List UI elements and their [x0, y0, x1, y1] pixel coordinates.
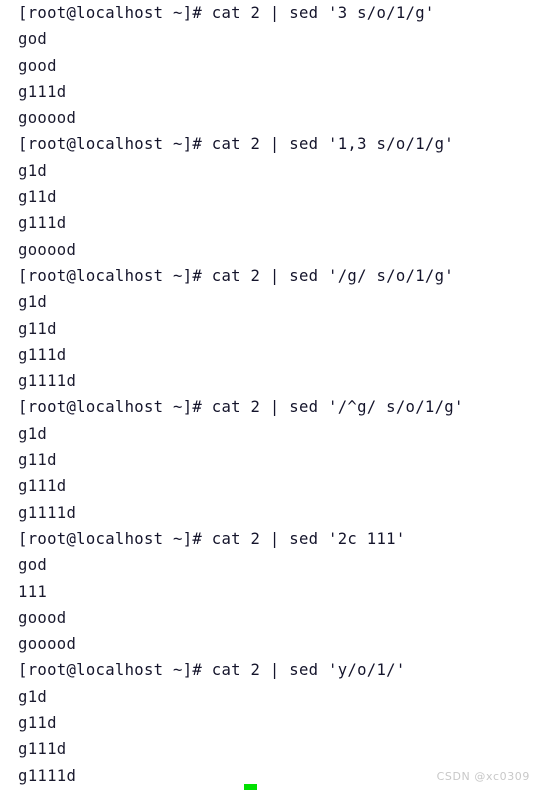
- terminal-window[interactable]: [root@localhost ~]# cat 2 | sed '3 s/o/1…: [0, 0, 538, 792]
- terminal-output-line: good: [18, 56, 57, 75]
- terminal-output-line: g1111d: [18, 372, 77, 391]
- terminal-output-line: g111d: [18, 345, 67, 364]
- terminal-output-line: g11d: [18, 319, 57, 338]
- terminal-output-line: god: [18, 30, 48, 49]
- terminal-prompt-line: [root@localhost ~]# cat 2 | sed '2c 111': [18, 529, 406, 548]
- terminal-output-line: g1111d: [18, 503, 77, 522]
- terminal-prompt-line: [root@localhost ~]# cat 2 | sed '3 s/o/1…: [18, 4, 435, 22]
- terminal-prompt-line: [root@localhost ~]# cat 2 | sed '1,3 s/o…: [18, 135, 454, 154]
- terminal-prompt-line: [root@localhost ~]# cat 2 | sed 'y/o/1/': [18, 661, 406, 680]
- terminal-output-line: gooood: [18, 240, 77, 259]
- terminal-output-line: g11d: [18, 714, 57, 733]
- terminal-output-area[interactable]: [root@localhost ~]# cat 2 | sed '3 s/o/1…: [0, 0, 538, 789]
- terminal-output-line: g111d: [18, 214, 67, 233]
- terminal-output-line: goood: [18, 608, 67, 627]
- terminal-output-line: 111: [18, 582, 48, 601]
- terminal-output-line: g1d: [18, 687, 48, 706]
- terminal-output-line: g11d: [18, 451, 57, 470]
- terminal-output-line: g1d: [18, 161, 48, 180]
- terminal-output-line: g1d: [18, 293, 48, 312]
- terminal-prompt-line: [root@localhost ~]# cat 2 | sed '/g/ s/o…: [18, 266, 454, 285]
- terminal-output-line: g1d: [18, 424, 48, 443]
- terminal-output-line: g11d: [18, 188, 57, 207]
- terminal-output-line: g111d: [18, 740, 67, 759]
- terminal-output-line: gooood: [18, 635, 77, 654]
- terminal-output-line: g111d: [18, 477, 67, 496]
- terminal-prompt-line: [root@localhost ~]# cat 2 | sed '/^g/ s/…: [18, 398, 464, 417]
- terminal-output-line: god: [18, 556, 48, 575]
- terminal-output-line: gooood: [18, 109, 77, 128]
- terminal-output-line: g111d: [18, 82, 67, 101]
- watermark-label: CSDN @xc0309: [436, 770, 530, 783]
- terminal-cursor: [244, 784, 257, 790]
